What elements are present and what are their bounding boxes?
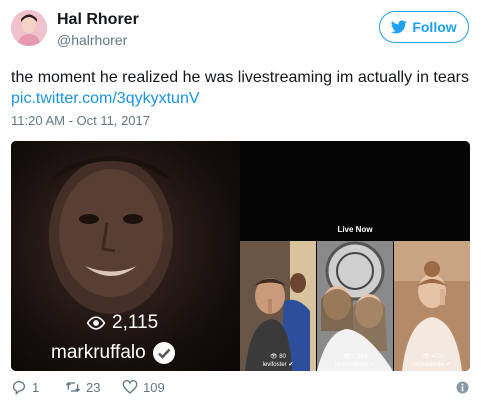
thumbnail-username: delilahbelle ✔ bbox=[413, 362, 451, 368]
thumbnail-image bbox=[317, 241, 393, 371]
reply-count: 1 bbox=[32, 379, 40, 395]
live-thumbnail-3[interactable]: 👁 470 delilahbelle ✔ bbox=[394, 241, 470, 371]
thumbnail-image bbox=[240, 241, 316, 371]
tweet-actions: 1 23 109 bbox=[11, 379, 471, 399]
live-thumbnail-2[interactable]: 👁 1,953 jacyandkacy ✔ bbox=[317, 241, 393, 371]
retweet-count: 23 bbox=[86, 379, 101, 395]
like-button[interactable]: 109 bbox=[122, 379, 165, 395]
retweet-button[interactable]: 23 bbox=[65, 379, 100, 395]
heart-icon bbox=[122, 380, 138, 394]
tweet-header: Hal Rhorer @halrhorer Follow bbox=[11, 10, 471, 50]
tweet-timestamp[interactable]: 11:20 AM - Oct 11, 2017 bbox=[11, 113, 150, 128]
author-name[interactable]: Hal Rhorer bbox=[57, 11, 139, 29]
live-streams-panel: Live Now 👁 80 levifoster ✔ 👁 1,953 jacya… bbox=[240, 141, 470, 371]
info-button[interactable] bbox=[456, 381, 469, 397]
verified-badge-icon bbox=[152, 342, 175, 364]
main-viewer-count: 2,115 bbox=[86, 312, 158, 334]
avatar-image bbox=[11, 10, 47, 46]
thumbnail-count-value: 470 bbox=[431, 354, 442, 360]
reply-button[interactable]: 1 bbox=[11, 379, 39, 395]
avatar[interactable] bbox=[11, 10, 47, 46]
tweet-media[interactable]: 2,115 markruffalo Live Now 👁 80 levifost… bbox=[11, 141, 470, 371]
thumbnail-count-value: 1,953 bbox=[352, 354, 368, 360]
thumbnail-username: jacyandkacy ✔ bbox=[335, 362, 375, 368]
thumbnail-count: 👁 1,953 bbox=[342, 354, 368, 360]
main-stream-frame: 2,115 markruffalo bbox=[11, 141, 240, 371]
reply-icon bbox=[12, 381, 25, 395]
main-stream-username: markruffalo bbox=[51, 341, 176, 365]
tweet-text: the moment he realized he was livestream… bbox=[11, 67, 473, 109]
thumbnail-username: levifoster ✔ bbox=[262, 362, 294, 368]
thumbnail-count: 👁 80 bbox=[270, 354, 286, 360]
follow-button[interactable]: Follow bbox=[379, 11, 469, 43]
eye-icon bbox=[86, 316, 106, 330]
follow-button-label: Follow bbox=[412, 19, 457, 35]
thumbnail-username-text: delilahbelle bbox=[413, 362, 444, 368]
tweet-media-link[interactable]: pic.twitter.com/3qykyxtunV bbox=[11, 88, 473, 109]
author-handle[interactable]: @halrhorer bbox=[57, 32, 127, 48]
live-thumbnail-1[interactable]: 👁 80 levifoster ✔ bbox=[240, 241, 316, 371]
thumbnail-count-value: 80 bbox=[279, 354, 286, 360]
thumbnail-count: 👁 470 bbox=[422, 354, 442, 360]
retweet-icon bbox=[65, 382, 81, 392]
thumbnail-username-text: jacyandkacy bbox=[335, 362, 369, 368]
tweet-body: the moment he realized he was livestream… bbox=[11, 69, 469, 86]
info-icon bbox=[456, 381, 469, 394]
main-stream-username-text: markruffalo bbox=[51, 342, 146, 363]
thumbnail-username-text: levifoster bbox=[262, 362, 287, 368]
thumbnail-image bbox=[394, 241, 470, 371]
main-viewer-count-value: 2,115 bbox=[112, 312, 159, 333]
twitter-bird-icon bbox=[391, 20, 408, 34]
like-count: 109 bbox=[143, 379, 165, 395]
live-now-label: Live Now bbox=[337, 225, 373, 234]
face-image bbox=[49, 156, 173, 314]
